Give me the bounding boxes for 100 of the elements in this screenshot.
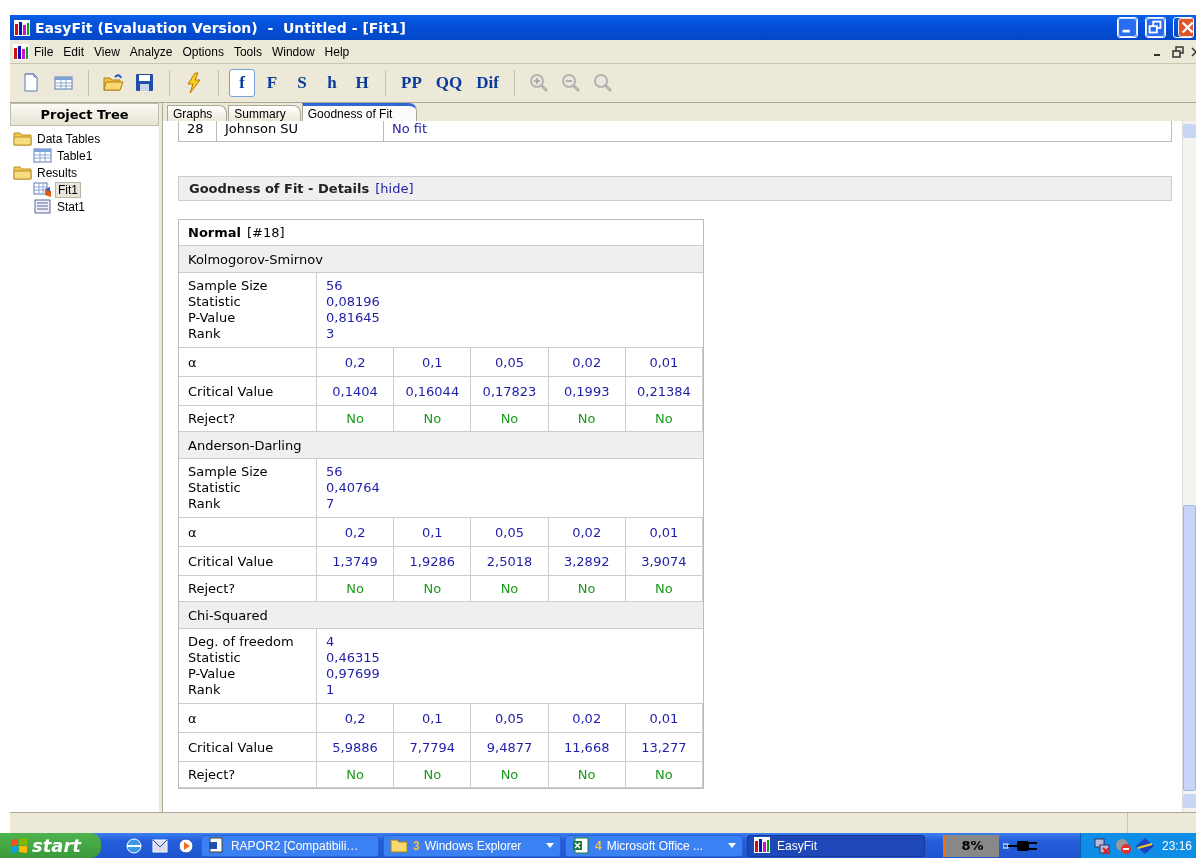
app-logo-icon — [753, 837, 772, 854]
toolbar-button[interactable]: S — [289, 69, 315, 97]
hide-link[interactable]: [hide] — [375, 181, 414, 196]
stat-value: 7 — [326, 496, 336, 512]
toolbar-button[interactable]: h — [319, 69, 345, 97]
taskbar-button[interactable]: 3 Windows Explorer — [382, 834, 561, 857]
tree-item[interactable]: Data Tables — [35, 131, 103, 146]
table-cell: 0,1993 — [548, 377, 626, 406]
tree-item[interactable]: Stat1 — [55, 199, 88, 214]
menu-item[interactable]: Help — [319, 42, 355, 61]
distribution-id: [#18] — [247, 225, 285, 240]
table-cell: 0,2 — [317, 704, 395, 733]
table-cell: Critical Value — [179, 547, 317, 576]
table-cell: 0,05 — [471, 518, 549, 547]
section-title: Goodness of Fit - Details — [189, 181, 370, 196]
stat-label: Sample Size — [188, 464, 269, 480]
menu-item[interactable]: Window — [266, 42, 320, 61]
stat-label: P-Value — [188, 666, 237, 682]
menu-item[interactable]: Analyze — [124, 42, 178, 61]
window-count: 3 — [412, 838, 420, 853]
folder-icon — [389, 837, 408, 854]
menu-item[interactable]: Options — [177, 42, 229, 61]
table-cell: Johnson SU — [217, 121, 384, 141]
stat-value: 0,08196 — [326, 294, 381, 310]
table-cell: 1,3749 — [317, 547, 395, 576]
taskbar-label: Microsoft Office ... — [606, 838, 704, 853]
table-cell: 0,17823 — [471, 377, 549, 406]
toolbar-button[interactable]: Dif — [471, 69, 504, 97]
table-cell: 1,9286 — [394, 547, 472, 576]
table-cell: 0,1404 — [317, 377, 395, 406]
tree-item[interactable]: Table1 — [55, 148, 95, 163]
table-cell: 0,05 — [471, 348, 549, 377]
table-cell: No — [317, 762, 395, 788]
table-cell: 0,1 — [394, 348, 472, 377]
menu-item[interactable]: Tools — [228, 42, 267, 61]
stat-label: P-Value — [188, 310, 237, 326]
app-logo-icon — [14, 19, 30, 36]
tab[interactable]: Summary — [228, 105, 301, 121]
table-cell: No — [625, 762, 703, 788]
tree-item[interactable]: Results — [35, 165, 79, 180]
grid-chart-icon — [33, 181, 52, 198]
stat-value: 3 — [326, 326, 336, 342]
table-cell: 13,277 — [625, 733, 703, 762]
tab[interactable]: Goodness of Fit — [301, 103, 418, 121]
taskbar-button[interactable]: 4 Microsoft Office ... — [564, 834, 743, 857]
table-cell: 0,02 — [548, 704, 626, 733]
table-cell: 3,2892 — [548, 547, 626, 576]
restore-icon[interactable] — [1145, 17, 1166, 38]
mail-icon[interactable] — [150, 836, 169, 855]
scrollbar-thumb[interactable] — [1183, 505, 1196, 791]
caret-icon — [727, 843, 736, 848]
table-cell: 7,7794 — [394, 733, 472, 762]
table-cell: 0,21384 — [625, 377, 703, 406]
restore-icon[interactable] — [1171, 44, 1185, 59]
document-lines-icon — [33, 198, 52, 215]
table-cell: No — [394, 762, 472, 788]
media-player-icon[interactable] — [176, 836, 195, 855]
stat-label: Rank — [188, 326, 222, 342]
stat-value: 0,40764 — [326, 480, 381, 496]
stat-value: 0,97699 — [326, 666, 381, 682]
toolbar-button[interactable]: QQ — [430, 69, 468, 97]
menu-item[interactable]: View — [89, 42, 125, 61]
taskbar-label: EasyFit — [776, 838, 817, 853]
stat-label: Deg. of freedom — [188, 634, 295, 650]
folder-icon[interactable] — [102, 72, 124, 94]
distribution-name: Normal — [188, 225, 241, 240]
tab[interactable]: Graphs — [167, 105, 228, 121]
spreadsheet-icon — [571, 837, 590, 854]
table-cell: No — [471, 762, 549, 788]
tree-item[interactable]: Fit1 — [55, 181, 81, 198]
menu-item[interactable]: File — [29, 42, 59, 61]
table-cell: 0,01 — [625, 518, 703, 547]
app-logo-icon — [13, 43, 29, 60]
minimize-icon[interactable] — [1117, 17, 1138, 38]
scrollbar[interactable] — [1182, 121, 1196, 812]
table-cell: 0,02 — [548, 348, 626, 377]
toolbar-button[interactable]: H — [349, 69, 375, 97]
folder-icon — [13, 164, 32, 181]
stat-value: 4 — [326, 634, 336, 650]
test-name: Kolmogorov-Smirnov — [179, 246, 703, 273]
blocked-icon[interactable] — [1113, 836, 1132, 855]
clock: 23:16 — [1161, 838, 1192, 853]
taskbar-button[interactable]: EasyFit — [746, 834, 925, 857]
table-cell: 0,01 — [625, 348, 703, 377]
stat-value: 56 — [326, 464, 344, 480]
toolbar-button[interactable]: PP — [396, 69, 427, 97]
taskbar-button[interactable]: RAPOR2 [Compatibili… — [200, 834, 379, 857]
table-cell: 28 — [179, 121, 217, 141]
network-icon[interactable] — [1092, 836, 1111, 855]
cpu-meter: 8% — [942, 834, 999, 857]
table-cell: 9,4877 — [471, 733, 549, 762]
connection-icon[interactable] — [1134, 836, 1155, 855]
table-cell: No — [548, 762, 626, 788]
windows-logo-icon — [10, 836, 28, 855]
toolbar-button[interactable]: F — [259, 69, 285, 97]
table-cell: 2,5018 — [471, 547, 549, 576]
toolbar-button[interactable]: f — [229, 69, 255, 97]
stat-label: Rank — [188, 496, 222, 512]
table-cell: 0,2 — [317, 348, 395, 377]
menu-item[interactable]: Edit — [58, 42, 90, 61]
